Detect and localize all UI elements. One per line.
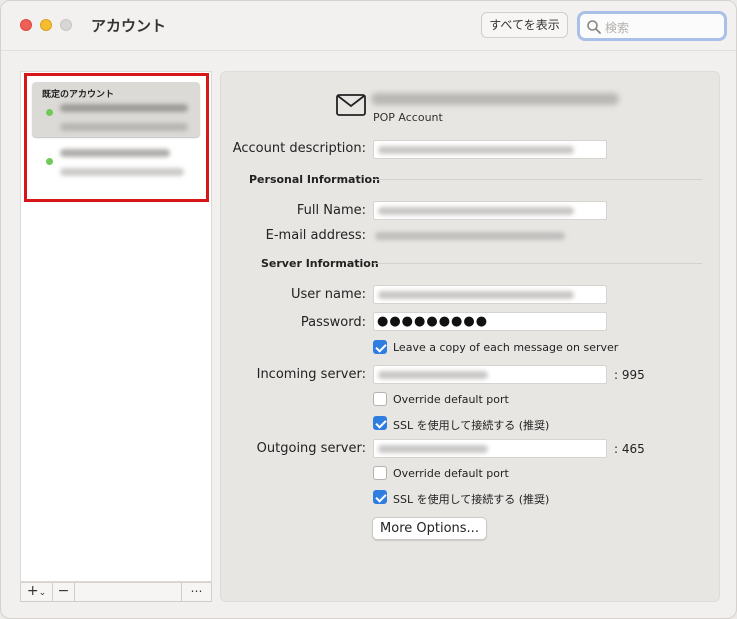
- email-address-value-redacted: [375, 232, 565, 240]
- incoming-server-label: Incoming server:: [256, 367, 366, 382]
- account-name-redacted: [60, 149, 170, 157]
- envelope-icon: [336, 94, 366, 116]
- password-label: Password:: [300, 315, 366, 330]
- minimize-window-button[interactable]: [40, 19, 52, 31]
- password-field[interactable]: ●●●●●●●●●: [373, 312, 607, 331]
- more-actions-button[interactable]: ⋯: [181, 583, 211, 601]
- account-email-redacted: [60, 168, 184, 176]
- personal-information-heading: Personal Information: [249, 173, 380, 186]
- redacted-value: [378, 445, 488, 453]
- outgoing-server-label: Outgoing server:: [256, 441, 366, 456]
- add-label: +: [26, 583, 39, 599]
- online-status-dot: [46, 158, 53, 165]
- outgoing-server-field[interactable]: [373, 439, 607, 458]
- incoming-ssl-checkbox[interactable]: [373, 416, 387, 430]
- more-options-button[interactable]: More Options...: [372, 517, 487, 540]
- full-name-label: Full Name:: [296, 203, 366, 218]
- window-title: アカウント: [91, 17, 167, 35]
- email-address-label: E-mail address:: [265, 228, 366, 243]
- accounts-window: アカウント すべてを表示 検索 既定のアカウント +⌄ − ⋯ POP Acco…: [0, 0, 737, 619]
- account-title-redacted: [371, 93, 619, 105]
- section-divider: [373, 179, 702, 180]
- show-all-button[interactable]: すべてを表示: [481, 12, 568, 38]
- remove-account-button[interactable]: −: [53, 583, 75, 601]
- leave-copy-label: Leave a copy of each message on server: [393, 341, 619, 354]
- title-bar: アカウント すべてを表示 検索: [1, 1, 736, 51]
- account-description-label: Account description:: [232, 141, 366, 156]
- outgoing-port-value: : 465: [614, 442, 645, 456]
- leave-copy-checkbox[interactable]: [373, 340, 387, 354]
- section-divider: [373, 263, 702, 264]
- account-description-field[interactable]: [373, 140, 607, 159]
- user-name-field[interactable]: [373, 285, 607, 304]
- outgoing-ssl-checkbox[interactable]: [373, 490, 387, 504]
- redacted-value: [378, 291, 574, 299]
- account-list-item[interactable]: [32, 142, 200, 184]
- account-name-redacted: [60, 104, 188, 112]
- redacted-value: [378, 146, 574, 154]
- user-name-label: User name:: [290, 287, 366, 302]
- incoming-ssl-label: SSL を使用して接続する (推奨): [393, 419, 550, 432]
- outgoing-override-port-label: Override default port: [393, 467, 509, 480]
- chevron-down-icon: ⌄: [38, 588, 47, 598]
- server-information-heading: Server Information: [261, 257, 379, 270]
- incoming-port-value: : 995: [614, 368, 645, 382]
- redacted-value: [378, 371, 488, 379]
- zoom-window-button[interactable]: [60, 19, 72, 31]
- default-account-header: 既定のアカウント: [42, 90, 115, 100]
- account-list-item-default[interactable]: 既定のアカウント: [32, 82, 200, 137]
- add-account-button[interactable]: +⌄: [21, 583, 53, 601]
- account-type-label: POP Account: [373, 111, 443, 124]
- search-field[interactable]: 検索: [577, 11, 727, 41]
- incoming-server-field[interactable]: [373, 365, 607, 384]
- online-status-dot: [46, 109, 53, 116]
- redacted-value: [378, 207, 574, 215]
- outgoing-ssl-label: SSL を使用して接続する (推奨): [393, 493, 550, 506]
- account-list-toolbar: +⌄ − ⋯: [20, 582, 212, 602]
- incoming-override-port-label: Override default port: [393, 393, 509, 406]
- account-email-redacted: [60, 123, 188, 131]
- search-icon: [587, 20, 601, 34]
- close-window-button[interactable]: [20, 19, 32, 31]
- ellipsis-circle-icon: ⋯: [190, 584, 203, 598]
- full-name-field[interactable]: [373, 201, 607, 220]
- incoming-override-port-checkbox[interactable]: [373, 392, 387, 406]
- search-placeholder: 検索: [605, 21, 630, 35]
- outgoing-override-port-checkbox[interactable]: [373, 466, 387, 480]
